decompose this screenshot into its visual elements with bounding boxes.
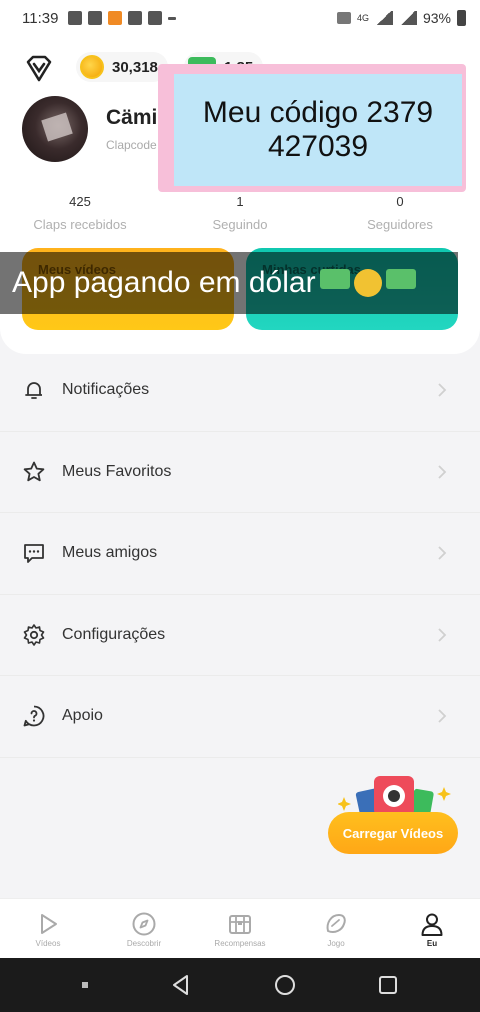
nav-item-game[interactable]: Jogo [288, 899, 384, 958]
nav-item-videos[interactable]: Vídeos [0, 899, 96, 958]
menu-item-notifications[interactable]: Notificações [0, 350, 480, 432]
battery-percent: 93% [422, 10, 451, 26]
more-notifications-icon [168, 16, 177, 20]
stats-row: 425 Claps recebidos 1 Seguindo 0 Seguido… [0, 194, 480, 232]
stat-following[interactable]: 1 Seguindo [160, 194, 320, 232]
menu-label: Notificações [62, 381, 150, 399]
menu-label: Configurações [62, 625, 166, 643]
upload-videos-button[interactable]: Carregar Vídeos [328, 812, 458, 854]
settings-menu: Notificações Meus Favoritos Meus amigos … [0, 350, 480, 758]
store-notification-icon [128, 11, 143, 25]
nav-label: Eu [426, 939, 438, 948]
banner-emojis [319, 269, 416, 297]
dot-icon [81, 982, 88, 988]
nav-label: Recompensas [214, 939, 266, 948]
play-icon [41, 914, 57, 934]
nav-label: Descobrir [126, 939, 162, 948]
nav-item-rewards[interactable]: Recompensas [192, 899, 288, 958]
signal-icon-2 [398, 11, 417, 25]
coin-balance[interactable]: 30,318 [76, 52, 168, 82]
bottom-nav: Vídeos Descobrir Recompensas Jogo Eu [0, 898, 480, 958]
help-icon [23, 705, 45, 727]
system-nav-bar [0, 958, 480, 1012]
bell-icon [25, 382, 42, 400]
network-label: 4G [356, 13, 369, 23]
clapcode-label: Clapcode [106, 138, 157, 152]
chevron-right-icon [438, 546, 447, 560]
gear-icon [23, 623, 45, 646]
status-right: 4G 93% [336, 10, 466, 26]
sticker-code-text: Meu código 2379 427039 [174, 74, 462, 186]
person-icon [421, 913, 443, 936]
stat-value: 1 [236, 194, 244, 209]
menu-item-settings[interactable]: Configurações [0, 595, 480, 676]
nav-label: Vídeos [35, 939, 61, 948]
dollar-bill-emoji-icon [385, 269, 416, 289]
app-notification-icon [108, 11, 123, 25]
chevron-right-icon [438, 709, 447, 723]
nav-item-me[interactable]: Eu [384, 899, 480, 958]
coin-icon [80, 55, 104, 79]
banner-text: App pagando em dólar [12, 266, 316, 299]
compass-icon [132, 912, 156, 936]
menu-label: Apoio [62, 707, 103, 725]
menu-item-support[interactable]: Apoio [0, 676, 480, 758]
chat-icon [24, 544, 44, 564]
status-bar: 11:39 4G 93% [0, 0, 480, 36]
recents-icon[interactable] [376, 973, 400, 997]
star-icon [23, 461, 45, 481]
username: Cämil [106, 106, 164, 129]
chevron-right-icon [438, 465, 447, 479]
stat-followers[interactable]: 0 Seguidores [320, 194, 480, 232]
facebook-notification-icon [88, 11, 103, 25]
code-sticker-overlay: Meu código 2379 427039 [158, 64, 466, 192]
stat-value: 425 [69, 194, 91, 209]
stat-claps[interactable]: 425 Claps recebidos [0, 194, 160, 232]
coin-amount: 30,318 [112, 58, 158, 76]
nav-label: Jogo [327, 939, 345, 948]
money-wings-emoji-icon [319, 269, 350, 289]
chest-icon [229, 915, 251, 934]
menu-label: Meus amigos [62, 544, 158, 562]
vip-diamond-icon[interactable] [24, 54, 54, 84]
game-icon [326, 914, 346, 934]
signal-icon [374, 11, 393, 25]
menu-item-friends[interactable]: Meus amigos [0, 513, 480, 595]
menu-label: Meus Favoritos [62, 462, 172, 480]
person-notification-icon [68, 11, 83, 25]
promo-banner-overlay: App pagando em dólar [0, 252, 458, 314]
notification-icons [68, 11, 177, 25]
money-face-emoji-icon [353, 269, 382, 297]
stat-value: 0 [396, 194, 404, 209]
nav-item-discover[interactable]: Descobrir [96, 899, 192, 958]
home-icon[interactable] [273, 973, 297, 997]
clap-notification-icon [148, 11, 163, 25]
avatar[interactable] [22, 96, 88, 162]
chevron-right-icon [438, 628, 447, 642]
battery-icon [457, 10, 466, 26]
stat-label: Seguindo [212, 217, 268, 232]
stat-label: Seguidores [367, 217, 433, 232]
chevron-right-icon [438, 383, 447, 397]
screen: 11:39 4G 93% 30,318 1. [0, 0, 480, 1012]
mute-icon [336, 12, 351, 24]
menu-item-favorites[interactable]: Meus Favoritos [0, 432, 480, 513]
status-time: 11:39 [22, 9, 59, 27]
back-icon[interactable] [169, 973, 193, 997]
stat-label: Claps recebidos [33, 217, 127, 232]
